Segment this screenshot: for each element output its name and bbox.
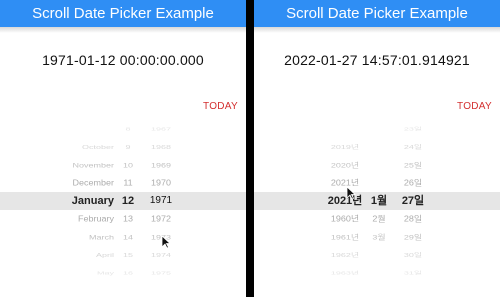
day-wheel-item[interactable]: 30일 <box>396 249 430 261</box>
day-wheel-item[interactable]: 12 <box>118 192 138 210</box>
day-wheel-item[interactable]: 11 <box>118 175 138 191</box>
app-title: Scroll Date Picker Example <box>286 5 468 22</box>
today-button[interactable]: TODAY <box>203 101 238 112</box>
app-bar: Scroll Date Picker Example <box>254 0 500 27</box>
day-wheel-item[interactable]: 23일 <box>396 124 430 133</box>
day-wheel-item[interactable]: 25일 <box>396 158 430 172</box>
today-button[interactable]: TODAY <box>457 101 492 112</box>
day-wheel-item[interactable]: 31일 <box>396 268 430 277</box>
month-wheel-item[interactable]: 2월 <box>366 211 392 227</box>
year-wheel-item[interactable]: 1968 <box>146 141 176 153</box>
year-wheel[interactable]: 2019년 2020년 2021년 2021년 1960년 1961년 1962년 1963년 <box>320 122 370 280</box>
year-wheel-item[interactable]: 1972 <box>146 211 176 227</box>
month-wheel-item[interactable]: December <box>24 175 114 191</box>
year-wheel-item[interactable]: 1975 <box>146 268 176 277</box>
day-wheel-item[interactable]: 14 <box>118 230 138 244</box>
year-wheel-item[interactable]: 2021년 <box>320 192 370 210</box>
year-wheel-item[interactable]: 1969 <box>146 158 176 172</box>
month-wheel-item[interactable]: May <box>24 268 114 277</box>
day-wheel-item[interactable]: 24일 <box>396 141 430 153</box>
month-wheel-item[interactable]: January <box>24 192 114 210</box>
app-bar-shadow <box>0 27 246 33</box>
year-wheel-item[interactable]: 2020년 <box>320 158 370 172</box>
day-wheel-item[interactable]: 8 <box>118 124 138 133</box>
day-wheel-item[interactable]: 28일 <box>396 211 430 227</box>
mouse-cursor-icon <box>346 186 356 200</box>
month-wheel-item[interactable]: April <box>24 249 114 261</box>
day-wheel-item[interactable]: 9 <box>118 141 138 153</box>
day-wheel[interactable]: 8 9 10 11 12 13 14 15 16 <box>118 122 138 280</box>
year-wheel-item[interactable]: 1971 <box>146 192 176 210</box>
month-wheel-item[interactable]: February <box>24 211 114 227</box>
day-wheel-item[interactable]: 10 <box>118 158 138 172</box>
month-wheel-item[interactable]: 1월 <box>366 192 392 210</box>
year-wheel-item[interactable]: 2021년 <box>320 175 370 191</box>
year-wheel-item[interactable]: 1970 <box>146 175 176 191</box>
day-wheel[interactable]: 23일 24일 25일 26일 27일 28일 29일 30일 31일 <box>396 122 430 280</box>
month-wheel[interactable]: October November December January February Ma… <box>24 122 114 280</box>
day-wheel-item[interactable]: 13 <box>118 211 138 227</box>
mouse-cursor-icon <box>161 235 171 249</box>
day-wheel-item[interactable]: 26일 <box>396 175 430 191</box>
app-bar-shadow <box>254 27 500 33</box>
app-title: Scroll Date Picker Example <box>32 5 214 22</box>
year-wheel[interactable]: 1967 1968 1969 1970 1971 1972 1973 1974 1975 <box>146 122 176 280</box>
year-wheel-item[interactable]: 1974 <box>146 249 176 261</box>
right-screen: Scroll Date Picker Example 2022-01-27 14… <box>254 0 500 297</box>
month-wheel[interactable]: 1월 2월 3월 <box>366 122 392 280</box>
month-wheel-item[interactable]: November <box>24 158 114 172</box>
selected-datetime: 2022-01-27 14:57:01.914921 <box>284 52 470 68</box>
year-wheel-item[interactable]: 1961년 <box>320 230 370 244</box>
app-bar: Scroll Date Picker Example <box>0 0 246 27</box>
day-wheel-item[interactable]: 16 <box>118 268 138 277</box>
month-wheel-item[interactable]: October <box>24 141 114 153</box>
date-wheel-picker[interactable]: 2019년 2020년 2021년 2021년 1960년 1961년 1962년 1963년… <box>254 122 500 280</box>
year-wheel-item[interactable]: 1963년 <box>320 268 370 277</box>
day-wheel-item[interactable]: 15 <box>118 249 138 261</box>
month-wheel-item[interactable]: March <box>24 230 114 244</box>
left-screen: Scroll Date Picker Example 1971-01-12 00… <box>0 0 246 297</box>
day-wheel-item[interactable]: 29일 <box>396 230 430 244</box>
year-wheel-item[interactable]: 1962년 <box>320 249 370 261</box>
year-wheel-item[interactable]: 2019년 <box>320 141 370 153</box>
year-wheel-item[interactable]: 1967 <box>146 124 176 133</box>
selected-datetime: 1971-01-12 00:00:00.000 <box>42 52 204 68</box>
month-wheel-item[interactable]: 3월 <box>366 230 392 244</box>
day-wheel-item[interactable]: 27일 <box>396 192 430 210</box>
year-wheel-item[interactable]: 1960년 <box>320 211 370 227</box>
date-wheel-picker[interactable]: October November December January February Ma… <box>0 122 246 280</box>
